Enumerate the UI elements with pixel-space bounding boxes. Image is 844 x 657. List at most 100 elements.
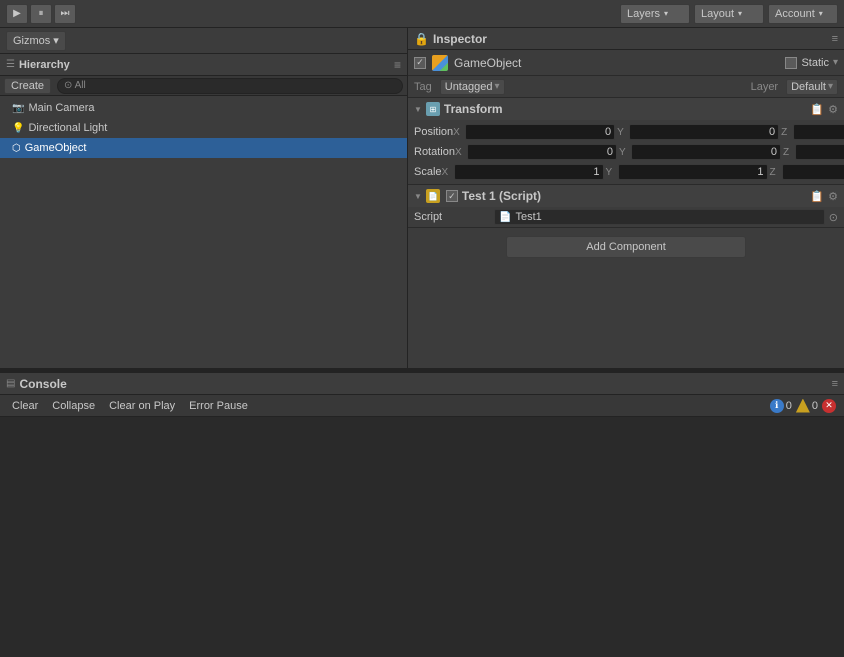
add-component-button[interactable]: Add Component (506, 236, 746, 258)
console-toolbar: Clear Collapse Clear on Play Error Pause… (0, 395, 844, 417)
console-panel: ▤ Console ≡ Clear Collapse Clear on Play… (0, 372, 844, 657)
inspector-menu-icon[interactable]: ≡ (832, 33, 838, 45)
hierarchy-search-input[interactable]: ⊙ All (57, 78, 403, 94)
rotation-z-input[interactable] (795, 144, 844, 160)
tag-value: Untagged (445, 81, 493, 93)
inspector-header: 🔒 Inspector ≡ (408, 28, 844, 50)
position-label: Position (414, 126, 453, 138)
layer-label: Layer (751, 81, 779, 93)
scale-x-label: X (442, 167, 452, 178)
script-active-checkbox[interactable] (446, 190, 458, 202)
transform-gear-icon[interactable]: ⚙ (828, 103, 838, 116)
scale-label: Scale (414, 166, 442, 178)
console-error-pause-button[interactable]: Error Pause (183, 397, 254, 415)
console-header: ▤ Console ≡ (0, 373, 844, 395)
tag-dropdown[interactable]: Untagged ▾ (440, 79, 505, 95)
transform-settings: 📋 ⚙ (810, 103, 838, 116)
transform-copy-icon[interactable]: 📋 (810, 103, 824, 116)
console-collapse-button[interactable]: Collapse (46, 397, 101, 415)
camera-icon: 📷 (12, 103, 24, 114)
gameobject-active-checkbox[interactable] (414, 57, 426, 69)
inspector-panel: 🔒 Inspector ≡ GameObject Static ▾ Tag (408, 28, 844, 368)
script-row: Script 📄 Test1 ⊙ (408, 207, 844, 227)
info-icon: ℹ (770, 399, 784, 413)
layers-dropdown[interactable]: Layers ▾ (620, 4, 690, 24)
position-z-input[interactable] (793, 124, 844, 140)
position-z-field: Z (781, 124, 844, 140)
script-settings: 📋 ⚙ (810, 190, 838, 203)
static-checkbox[interactable] (785, 57, 797, 69)
console-clear-button[interactable]: Clear (6, 397, 44, 415)
position-y-input[interactable] (629, 124, 779, 140)
layout-dropdown[interactable]: Layout ▾ (694, 4, 764, 24)
scale-row: Scale X Y Z (408, 162, 844, 182)
layer-dropdown[interactable]: Default ▾ (786, 79, 838, 95)
rotation-y-input[interactable] (631, 144, 781, 160)
transform-component-header[interactable]: ▼ ⊞ Transform 📋 ⚙ (408, 98, 844, 120)
tag-chevron-icon: ▾ (494, 81, 499, 92)
layer-value: Default (791, 81, 826, 93)
middle-section: Gizmos ▾ ☰ Hierarchy ≡ Create ⊙ All (0, 28, 844, 368)
info-count: 0 (786, 400, 792, 412)
pause-button[interactable]: ⏸ (30, 4, 52, 24)
rotation-x-label: X (455, 147, 465, 158)
clear-label: Clear (12, 400, 38, 412)
script-component-header[interactable]: ▼ 📄 Test 1 (Script) 📋 ⚙ (408, 185, 844, 207)
hierarchy-icon: ☰ (6, 59, 15, 70)
position-row: Position X Y Z (408, 122, 844, 142)
position-fields: X Y Z (453, 124, 844, 140)
script-component: ▼ 📄 Test 1 (Script) 📋 ⚙ Script 📄 Test1 (408, 185, 844, 228)
scale-fields: X Y Z (442, 164, 844, 180)
layout-label: Layout (701, 8, 734, 20)
add-component-label: Add Component (586, 241, 666, 253)
main-camera-label: Main Camera (28, 102, 94, 114)
rotation-label: Rotation (414, 146, 455, 158)
script-label: Script (414, 211, 494, 223)
position-x-field: X (453, 124, 615, 140)
hierarchy-menu-button[interactable]: ≡ (394, 58, 401, 72)
scale-y-label: Y (606, 167, 616, 178)
hierarchy-create-button[interactable]: Create (4, 78, 51, 94)
step-button[interactable]: ⏭ (54, 4, 76, 24)
static-section: Static ▾ (785, 57, 838, 69)
hierarchy-item-directional-light[interactable]: 💡 Directional Light (0, 118, 407, 138)
position-x-label: X (453, 127, 463, 138)
gameobject-icon: ⬡ (12, 143, 21, 154)
gizmos-bar: Gizmos ▾ (0, 28, 408, 54)
rotation-x-field: X (455, 144, 617, 160)
rotation-fields: X Y Z (455, 144, 844, 160)
hierarchy-item-gameobject[interactable]: ⬡ GameObject (0, 138, 407, 158)
rotation-x-input[interactable] (467, 144, 617, 160)
hierarchy-area: Gizmos ▾ ☰ Hierarchy ≡ Create ⊙ All (0, 28, 408, 368)
play-button[interactable]: ▶ (6, 4, 28, 24)
script-gear-icon[interactable]: ⚙ (828, 190, 838, 203)
scale-y-input[interactable] (618, 164, 768, 180)
console-menu-button[interactable]: ≡ (832, 378, 838, 390)
position-x-input[interactable] (465, 124, 615, 140)
console-clear-on-play-button[interactable]: Clear on Play (103, 397, 181, 415)
console-info-badge: ℹ 0 (770, 399, 792, 413)
play-controls: ▶ ⏸ ⏭ (6, 4, 76, 24)
inspector-lock-icon[interactable]: 🔒 (414, 32, 429, 46)
script-copy-icon[interactable]: 📋 (810, 190, 824, 203)
add-component-row: Add Component (408, 228, 844, 266)
tag-layer-row: Tag Untagged ▾ Layer Default ▾ (408, 76, 844, 98)
scale-x-input[interactable] (454, 164, 604, 180)
script-select-icon[interactable]: ⊙ (829, 211, 838, 224)
gizmos-button[interactable]: Gizmos ▾ (6, 31, 66, 51)
scale-x-field: X (442, 164, 604, 180)
hierarchy-item-main-camera[interactable]: 📷 Main Camera (0, 98, 407, 118)
gizmos-label: Gizmos (13, 35, 50, 47)
scale-z-label: Z (770, 167, 780, 178)
app-container: ▶ ⏸ ⏭ Layers ▾ Layout ▾ Account ▾ Gizmos… (0, 0, 844, 657)
static-dropdown-icon[interactable]: ▾ (833, 57, 838, 68)
transform-title: Transform (444, 102, 503, 116)
hierarchy-title: Hierarchy (19, 59, 70, 71)
scale-z-input[interactable] (782, 164, 844, 180)
account-label: Account (775, 8, 815, 20)
static-label: Static (801, 57, 829, 69)
position-z-label: Z (781, 127, 791, 138)
account-dropdown[interactable]: Account ▾ (768, 4, 838, 24)
script-expand-icon: ▼ (414, 192, 422, 201)
script-value-field[interactable]: 📄 Test1 (494, 209, 825, 225)
